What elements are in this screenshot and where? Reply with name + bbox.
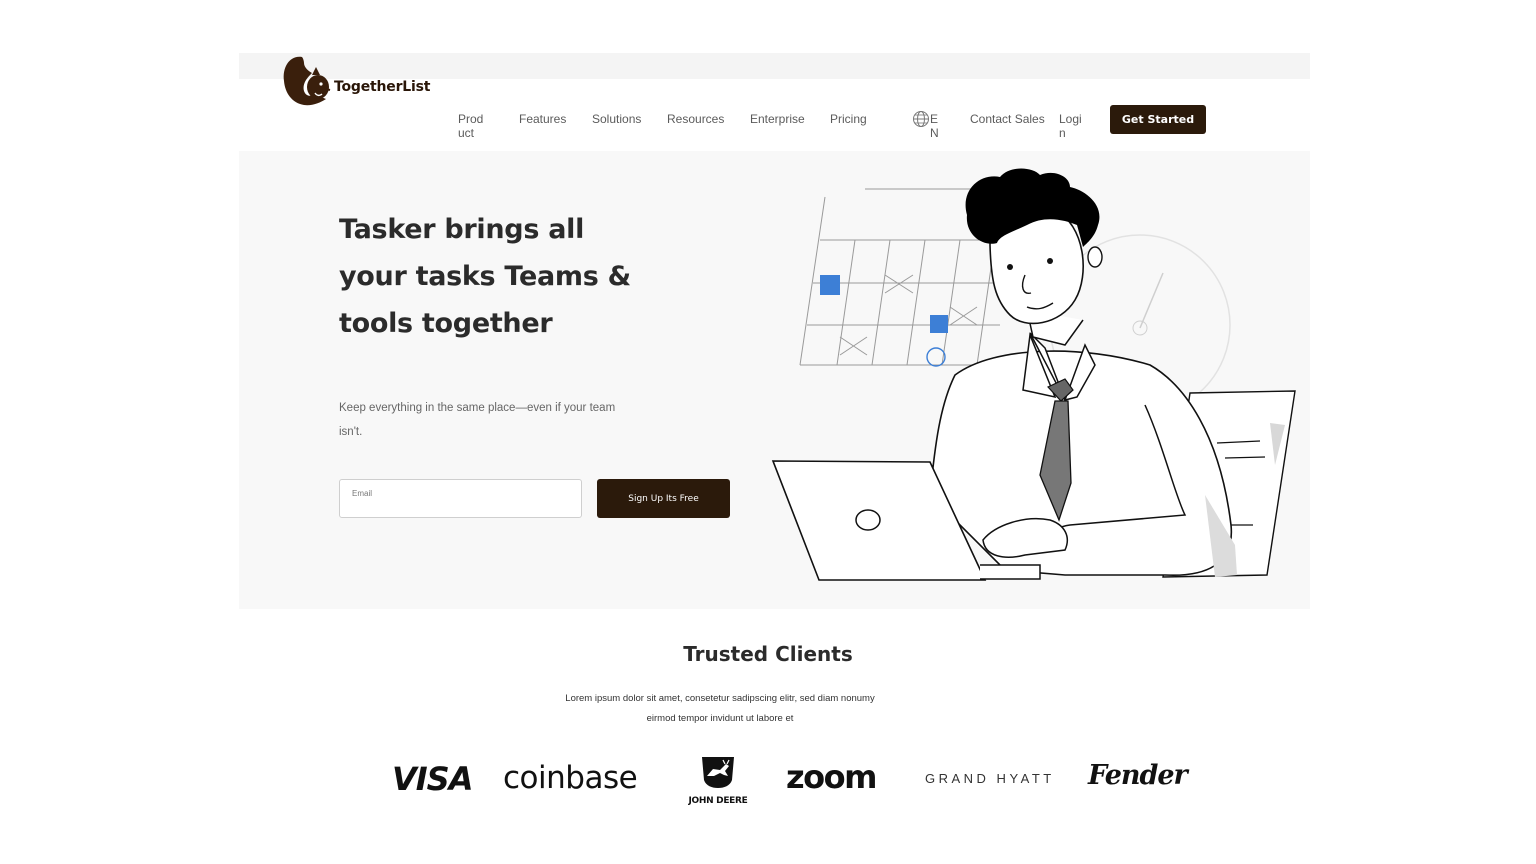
sticky-note-2 — [930, 315, 948, 333]
nav-item-product[interactable]: Product — [458, 112, 488, 140]
squirrel-logo-icon — [283, 56, 331, 106]
nav-item-enterprise[interactable]: Enterprise — [750, 112, 805, 126]
brand-logo[interactable]: TogetherList — [282, 53, 430, 107]
client-logo-grand-hyatt: GRAND HYATT — [925, 771, 1055, 786]
email-field[interactable] — [339, 479, 582, 518]
get-started-button[interactable]: Get Started — [1110, 105, 1206, 134]
nav-item-pricing[interactable]: Pricing — [830, 112, 867, 126]
client-logo-coinbase: coinbase — [503, 760, 638, 796]
client-logo-zoom: zoom — [786, 758, 877, 796]
nav-item-features[interactable]: Features — [519, 112, 566, 126]
language-selector[interactable]: EN — [912, 110, 939, 140]
signup-button[interactable]: Sign Up Its Free — [597, 479, 730, 518]
trusted-clients-title: Trusted Clients — [683, 642, 853, 666]
nav-item-resources[interactable]: Resources — [667, 112, 724, 126]
client-logo-john-deere: JOHN DEERE — [680, 754, 756, 808]
contact-sales-link[interactable]: Contact Sales — [970, 112, 1045, 126]
hero-subtitle: Keep everything in the same place—even i… — [339, 402, 616, 438]
brand-name: TogetherList — [334, 79, 431, 95]
client-logo-visa: VISA — [392, 760, 473, 798]
hero-headline: Tasker brings all your tasks Teams & too… — [339, 214, 631, 339]
login-link[interactable]: Login — [1059, 112, 1085, 140]
globe-icon — [913, 111, 929, 127]
client-logo-fender: Fender — [1088, 760, 1188, 791]
nav-item-solutions[interactable]: Solutions — [592, 112, 641, 126]
john-deere-text: JOHN DEERE — [688, 796, 748, 806]
hero-illustration — [771, 168, 1296, 581]
trusted-clients-description: Lorem ipsum dolor sit amet, consetetur s… — [565, 693, 875, 724]
language-label: EN — [930, 112, 939, 140]
sticky-note-1 — [820, 275, 840, 295]
client-logos: VISA coinbase JOHN DEERE zoom GRAND HYAT… — [0, 752, 1536, 812]
deer-icon — [702, 757, 734, 788]
